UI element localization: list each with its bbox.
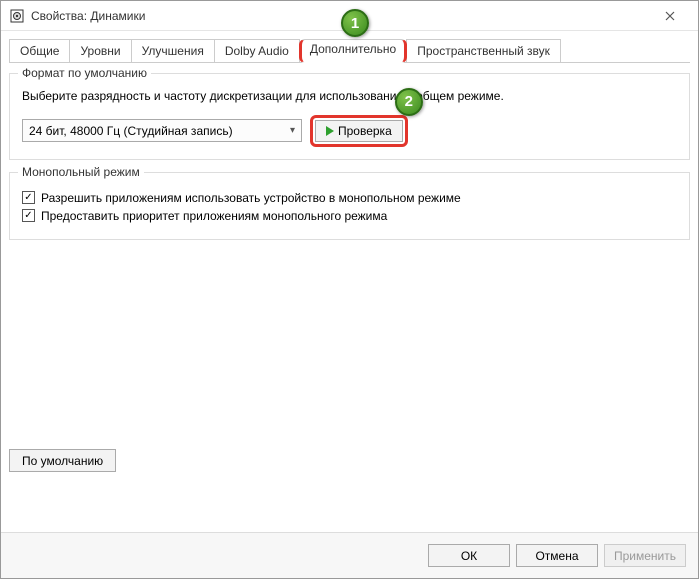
format-description: Выберите разрядность и частоту дискретиз… — [22, 88, 677, 105]
callout-2: 2 — [395, 88, 423, 116]
ok-button[interactable]: ОК — [428, 544, 510, 567]
group-title-format: Формат по умолчанию — [18, 66, 151, 80]
exclusive-allow-row[interactable]: ✓ Разрешить приложениям использовать уст… — [22, 191, 677, 205]
tab-dolby[interactable]: Dolby Audio — [214, 39, 300, 62]
properties-dialog: Свойства: Динамики Общие Уровни Улучшени… — [0, 0, 699, 579]
format-combobox[interactable]: 24 бит, 48000 Гц (Студийная запись) ▾ — [22, 119, 302, 142]
tab-spatial[interactable]: Пространственный звук — [406, 39, 561, 62]
exclusive-priority-label: Предоставить приоритет приложениям моноп… — [41, 209, 387, 223]
tab-general[interactable]: Общие — [9, 39, 70, 62]
test-button[interactable]: Проверка — [315, 120, 403, 142]
dialog-footer: ОК Отмена Применить — [1, 532, 698, 578]
play-icon — [326, 126, 334, 136]
tab-advanced[interactable]: Дополнительно — [299, 39, 407, 63]
cancel-button[interactable]: Отмена — [516, 544, 598, 567]
tab-content: Формат по умолчанию Выберите разрядность… — [9, 62, 690, 532]
checkbox-icon: ✓ — [22, 191, 35, 204]
exclusive-mode-group: Монопольный режим ✓ Разрешить приложения… — [9, 172, 690, 240]
tabs: Общие Уровни Улучшения Dolby Audio Допол… — [1, 31, 698, 62]
combo-value: 24 бит, 48000 Гц (Студийная запись) — [29, 124, 233, 138]
checkbox-icon: ✓ — [22, 209, 35, 222]
callout-1: 1 — [341, 9, 369, 37]
test-button-label: Проверка — [338, 124, 392, 138]
apply-button[interactable]: Применить — [604, 544, 686, 567]
defaults-button-label: По умолчанию — [22, 454, 103, 468]
chevron-down-icon: ▾ — [290, 125, 295, 136]
tab-enhancements[interactable]: Улучшения — [131, 39, 215, 62]
format-row: 24 бит, 48000 Гц (Студийная запись) ▾ Пр… — [22, 115, 677, 147]
exclusive-allow-label: Разрешить приложениям использовать устро… — [41, 191, 461, 205]
tab-levels[interactable]: Уровни — [69, 39, 131, 62]
exclusive-priority-row[interactable]: ✓ Предоставить приоритет приложениям мон… — [22, 209, 677, 223]
speaker-icon — [9, 8, 25, 24]
group-title-exclusive: Монопольный режим — [18, 165, 144, 179]
test-button-highlight: Проверка 2 — [310, 115, 408, 147]
restore-defaults-button[interactable]: По умолчанию — [9, 449, 116, 472]
close-button[interactable] — [650, 2, 690, 30]
default-format-group: Формат по умолчанию Выберите разрядность… — [9, 73, 690, 160]
